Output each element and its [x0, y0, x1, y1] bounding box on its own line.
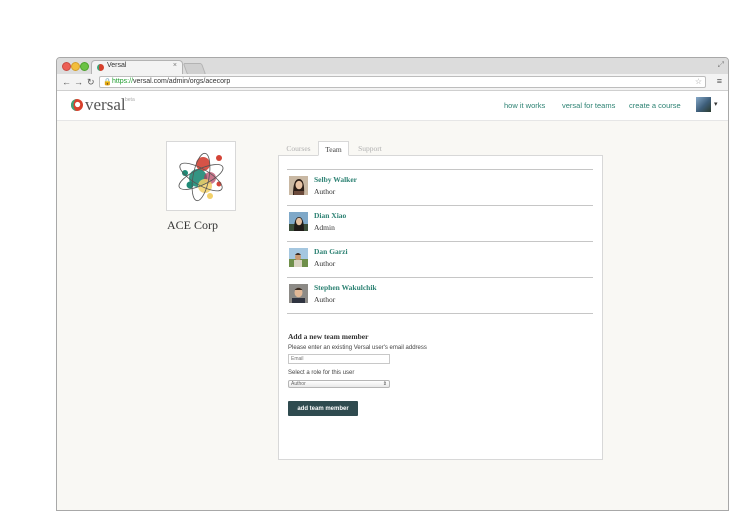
- beta-label: beta: [125, 97, 135, 103]
- team-member-row: Dian Xiao Admin: [287, 205, 593, 241]
- zoom-window-button[interactable]: [80, 62, 89, 71]
- forward-arrow-icon[interactable]: →: [74, 76, 83, 88]
- tab-courses[interactable]: Courses: [282, 141, 315, 156]
- site-header: versal beta how it works versal for team…: [57, 91, 728, 121]
- team-panel: Selby Walker Author Dian Xiao Admin Dan …: [278, 155, 603, 460]
- user-menu-caret-icon[interactable]: ▾: [714, 100, 718, 108]
- role-select-label: Select a role for this user: [288, 370, 355, 376]
- member-role: Author: [314, 187, 336, 196]
- team-member-row: Selby Walker Author: [287, 169, 593, 205]
- email-field[interactable]: [288, 354, 390, 364]
- nav-link-create-a-course[interactable]: create a course: [629, 101, 681, 110]
- close-window-button[interactable]: [62, 62, 71, 71]
- nav-link-versal-for-teams[interactable]: versal for teams: [562, 101, 615, 110]
- team-list-divider: [287, 313, 593, 314]
- tab-team[interactable]: Team: [318, 141, 349, 156]
- select-arrows-icon: ⇕: [382, 381, 387, 387]
- email-field-label: Please enter an existing Versal user's e…: [288, 345, 427, 351]
- reload-icon[interactable]: ↻: [87, 76, 95, 88]
- org-atom-logo-icon: [178, 152, 224, 202]
- member-avatar: [289, 248, 308, 267]
- browser-tab-title: Versal: [107, 62, 127, 69]
- close-tab-icon[interactable]: ×: [173, 62, 177, 69]
- member-role: Author: [314, 259, 336, 268]
- minimize-window-button[interactable]: [71, 62, 80, 71]
- versal-favicon-icon: [97, 64, 104, 71]
- team-member-row: Stephen Wakulchik Author: [287, 277, 593, 313]
- back-arrow-icon[interactable]: ←: [62, 76, 71, 88]
- member-avatar: [289, 176, 308, 195]
- member-name[interactable]: Stephen Wakulchik: [314, 283, 377, 292]
- add-member-heading: Add a new team member: [288, 332, 369, 341]
- bookmark-star-icon[interactable]: ☆: [695, 77, 702, 86]
- url-scheme: https://: [112, 78, 134, 85]
- user-avatar[interactable]: [696, 97, 711, 112]
- lock-icon: 🔒: [103, 79, 112, 86]
- role-select-value: Author: [291, 381, 306, 387]
- nav-link-how-it-works[interactable]: how it works: [504, 101, 545, 110]
- browser-toolbar: ← → ↻ 🔒 https://versal.com/admin/orgs/ac…: [57, 74, 728, 91]
- org-logo: [166, 141, 236, 211]
- versal-logo-icon[interactable]: [70, 98, 84, 112]
- browser-window: Versal × ⤢ ← → ↻ 🔒 https://versal.com/ad…: [56, 57, 729, 511]
- browser-tab[interactable]: Versal ×: [91, 60, 183, 74]
- fullscreen-icon[interactable]: ⤢: [718, 60, 724, 70]
- tab-support[interactable]: Support: [353, 141, 387, 156]
- member-name[interactable]: Selby Walker: [314, 175, 357, 184]
- team-member-row: Dan Garzi Author: [287, 241, 593, 277]
- member-name[interactable]: Dan Garzi: [314, 247, 348, 256]
- member-role: Admin: [314, 223, 335, 232]
- url-text: https://versal.com/admin/orgs/acecorp: [112, 78, 230, 85]
- address-bar[interactable]: 🔒 https://versal.com/admin/orgs/acecorp …: [99, 76, 706, 88]
- browser-tab-bar: Versal × ⤢: [57, 58, 728, 75]
- add-team-member-button[interactable]: add team member: [288, 401, 358, 416]
- member-name[interactable]: Dian Xiao: [314, 211, 346, 220]
- member-role: Author: [314, 295, 336, 304]
- org-name: ACE Corp: [167, 218, 218, 232]
- member-avatar: [289, 212, 308, 231]
- role-select[interactable]: Author ⇕: [288, 380, 390, 388]
- url-path: versal.com/admin/orgs/acecorp: [133, 78, 231, 85]
- logo-wordmark[interactable]: versal: [85, 95, 126, 115]
- member-avatar: [289, 284, 308, 303]
- browser-menu-icon[interactable]: ≡: [717, 76, 722, 86]
